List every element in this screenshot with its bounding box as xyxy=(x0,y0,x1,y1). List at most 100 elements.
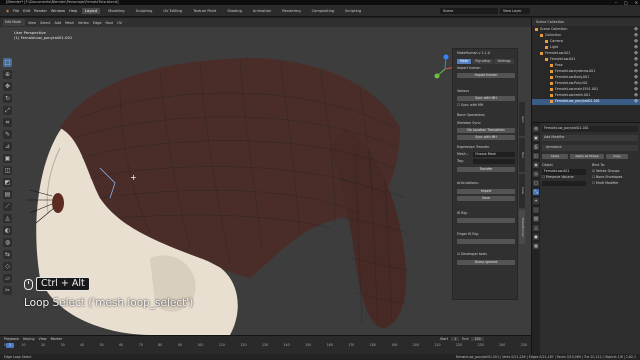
workspace-tab-rendering[interactable]: Rendering xyxy=(279,8,303,14)
apply-button[interactable]: Apply xyxy=(542,154,568,159)
workspace-tab-compositing[interactable]: Compositing xyxy=(309,8,338,14)
visibility-eye-icon[interactable]: 👁 xyxy=(634,81,638,87)
scale-icon[interactable]: ⤢ xyxy=(3,106,12,115)
viewport-menu-edge[interactable]: Edge xyxy=(93,21,102,25)
tab-settings[interactable]: Settings xyxy=(494,59,514,64)
mode-selector[interactable]: Edit Mode xyxy=(3,19,25,26)
tag-select[interactable] xyxy=(473,159,515,164)
loop-cut-icon[interactable]: ▤ xyxy=(3,190,12,199)
outliner-row[interactable]: Camera 👁 xyxy=(532,39,640,45)
physics-props-icon[interactable]: ◌ xyxy=(533,207,539,213)
dump-ignored-button[interactable]: Dump ignored xyxy=(457,260,515,265)
menu-help[interactable]: Help xyxy=(69,9,77,13)
developer-tools-checkbox[interactable]: ☑ Developer tools xyxy=(457,252,515,257)
outliner-row[interactable]: FemaleLow.eyebrow.001 👁 xyxy=(532,69,640,75)
outliner-row[interactable]: FemaleLow.teeth.001 👁 xyxy=(532,93,640,99)
object-select[interactable]: FemaleLow.001 xyxy=(542,169,586,175)
sidebar-tab-view[interactable]: View xyxy=(519,174,525,208)
ik-rig-button[interactable] xyxy=(457,218,515,223)
bone-envelopes-checkbox[interactable]: ☐ Bone Envelopes xyxy=(592,175,622,181)
outliner-row[interactable]: FemaleLow.001 👁 xyxy=(532,57,640,63)
end-value-field[interactable]: 250 xyxy=(471,337,484,341)
scene-props-icon[interactable]: ◉ xyxy=(533,162,539,168)
workspace-tab-uv-editing[interactable]: UV Editing xyxy=(160,8,185,14)
add-modifier-button[interactable]: Add Modifier xyxy=(542,135,638,141)
viewport-menu-add[interactable]: Add xyxy=(55,21,62,25)
sync-mh-button[interactable]: Sync with MH xyxy=(457,96,515,101)
menu-render[interactable]: Render xyxy=(34,9,47,13)
shrink-icon[interactable]: ◇ xyxy=(3,262,12,271)
output-props-icon[interactable]: ⎙ xyxy=(533,144,539,150)
world-props-icon[interactable]: ◎ xyxy=(533,171,539,177)
copy-button[interactable]: Copy xyxy=(606,154,628,159)
timeline-menu-playback[interactable]: Playback xyxy=(4,337,19,341)
visibility-eye-icon[interactable]: 👁 xyxy=(634,27,638,33)
viewport-menu-mesh[interactable]: Mesh xyxy=(65,21,74,25)
tool-props-icon[interactable]: ⚙ xyxy=(533,126,539,132)
expr-mesh-select[interactable]: Choose Mesh xyxy=(473,152,515,157)
outliner-row[interactable]: FemaleLow.Poly.001 👁 xyxy=(532,81,640,87)
sync-with-mh-button[interactable]: Sync with MH xyxy=(457,135,515,140)
timeline-ruler[interactable]: 0102030405060708090100110120130140150160… xyxy=(4,343,527,351)
smooth-icon[interactable]: ◍ xyxy=(3,238,12,247)
import-human-button[interactable]: Import human xyxy=(457,73,515,78)
timeline-menu-marker[interactable]: Marker xyxy=(51,337,63,341)
texture-props-icon[interactable]: ▦ xyxy=(533,243,539,249)
workspace-tab-layout[interactable]: Layout xyxy=(82,8,101,14)
menu-window[interactable]: Window xyxy=(51,9,65,13)
modifier-name-field[interactable]: Armature xyxy=(542,145,638,151)
scene-selector[interactable]: Scene xyxy=(440,8,498,14)
workspace-tab-sculpting[interactable]: Sculpting xyxy=(133,8,156,14)
edge-slide-icon[interactable]: ⇆ xyxy=(3,250,12,259)
props-object-name[interactable]: FemaleLow_ponytail01.001 xyxy=(542,126,638,132)
articulations-save-button[interactable]: Save xyxy=(457,196,515,201)
transfer-button[interactable]: Transfer xyxy=(457,167,515,172)
viewport-menu-vertex[interactable]: Vertex xyxy=(78,21,89,25)
data-props-icon[interactable]: △ xyxy=(533,225,539,231)
sidebar-tab-tool[interactable]: Tool xyxy=(519,138,525,172)
view-layer-props-icon[interactable]: ◫ xyxy=(533,153,539,159)
visibility-eye-icon[interactable]: 👁 xyxy=(634,75,638,81)
visibility-eye-icon[interactable]: 👁 xyxy=(634,99,638,105)
tab-rig-setup[interactable]: Rig setup xyxy=(472,59,494,64)
visibility-eye-icon[interactable]: 👁 xyxy=(634,87,638,93)
workspace-tab-scripting[interactable]: Scripting xyxy=(342,8,364,14)
menu-file[interactable]: File xyxy=(13,9,19,13)
knife-icon[interactable]: ⟋ xyxy=(3,202,12,211)
spin-icon[interactable]: ◐ xyxy=(3,226,12,235)
visibility-eye-icon[interactable]: 👁 xyxy=(634,39,638,45)
outliner-row[interactable]: Collection 👁 xyxy=(532,33,640,39)
select-box-icon[interactable]: ⬚ xyxy=(3,58,12,67)
outliner-row[interactable]: Pose 👁 xyxy=(532,63,640,69)
sidebar-tab-makehuman[interactable]: MakeHuman xyxy=(519,210,525,244)
multi-modifier-checkbox[interactable]: ☐ Multi Modifier xyxy=(592,181,618,187)
tab-mesh[interactable]: Mesh xyxy=(457,59,472,64)
inset-icon[interactable]: ◫ xyxy=(3,166,12,175)
transform-icon[interactable]: ⌗ xyxy=(3,118,12,127)
outliner-row[interactable]: Scene Collection 👁 xyxy=(532,27,640,33)
vertex-groups-checkbox[interactable]: ☑ Vertex Groups xyxy=(592,169,619,175)
particles-props-icon[interactable]: ✦ xyxy=(533,198,539,204)
outliner-row[interactable]: Light 👁 xyxy=(532,45,640,51)
move-icon[interactable]: ✥ xyxy=(3,82,12,91)
visibility-eye-icon[interactable]: 👁 xyxy=(634,93,638,99)
current-frame-indicator[interactable]: 1 xyxy=(6,343,14,348)
blender-logo-icon[interactable]: ◉ xyxy=(6,9,9,13)
object-props-icon[interactable]: ▢ xyxy=(533,180,539,186)
viewport-menu-face[interactable]: Face xyxy=(105,21,113,25)
outliner-row[interactable]: FemaleLow.001 👁 xyxy=(532,51,640,57)
sidebar-tab-item[interactable]: Item xyxy=(519,102,525,136)
shear-icon[interactable]: ▱ xyxy=(3,274,12,283)
visibility-eye-icon[interactable]: 👁 xyxy=(634,51,638,57)
timeline-menu-view[interactable]: View xyxy=(39,337,47,341)
viewport-menu-uv[interactable]: UV xyxy=(117,21,122,25)
outliner-row[interactable]: FemaleLow_ponytail01.001 👁 xyxy=(532,99,640,105)
poly-build-icon[interactable]: ◬ xyxy=(3,214,12,223)
annotate-icon[interactable]: ✎ xyxy=(3,130,12,139)
measure-icon[interactable]: ⊿ xyxy=(3,142,12,151)
view-layer-selector[interactable]: View Layer xyxy=(500,8,530,14)
workspace-tab-texture-paint[interactable]: Texture Paint xyxy=(190,8,219,14)
modifier-props-icon[interactable]: 🔧 xyxy=(533,189,539,195)
visibility-eye-icon[interactable]: 👁 xyxy=(634,63,638,69)
viewport-menu-select[interactable]: Select xyxy=(40,21,50,25)
